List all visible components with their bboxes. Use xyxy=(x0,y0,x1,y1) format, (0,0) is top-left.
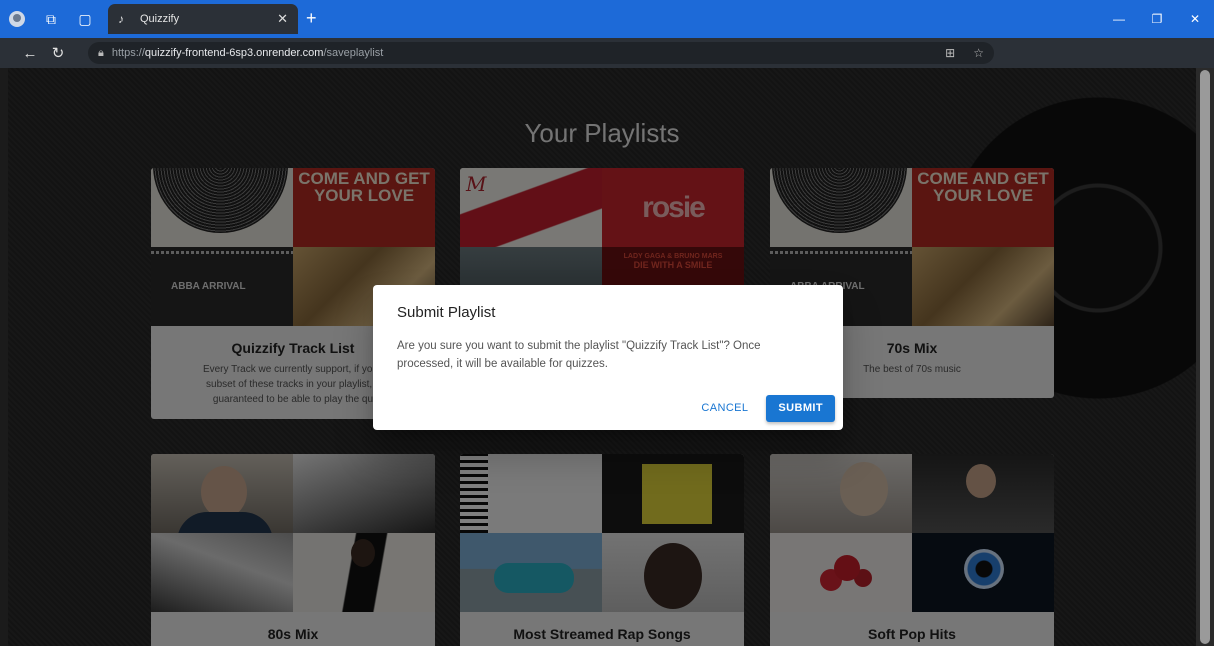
browser-tab-bar: ⧉ ▢ ♪ Quizzify ✕ + — ❐ ✕ xyxy=(0,0,1214,38)
scrollbar-thumb[interactable] xyxy=(1200,70,1210,644)
url-path: /saveplaylist xyxy=(323,47,384,59)
app-available-icon[interactable]: ⊞ xyxy=(945,46,955,60)
favorite-star-icon[interactable]: ☆ xyxy=(973,46,984,60)
dialog-message: Are you sure you want to submit the play… xyxy=(397,340,761,370)
lock-icon[interactable]: 🔒︎ xyxy=(98,47,104,60)
address-bar[interactable]: 🔒︎ https://quizzify-frontend-6sp3.onrend… xyxy=(88,42,994,64)
refresh-icon[interactable]: ↻ xyxy=(44,38,72,68)
tab-actions-icon[interactable]: ▢ xyxy=(68,0,102,38)
cancel-button[interactable]: CANCEL xyxy=(695,394,754,422)
profile-avatar-icon[interactable] xyxy=(0,0,34,38)
submit-button[interactable]: SUBMIT xyxy=(766,394,835,422)
url-protocol: https:// xyxy=(111,47,145,59)
new-tab-icon[interactable]: + xyxy=(306,8,317,28)
submit-playlist-dialog: Submit Playlist Are you sure you want to… xyxy=(373,285,843,430)
back-arrow-icon[interactable]: ← xyxy=(16,38,44,68)
restore-icon[interactable]: ❐ xyxy=(1138,0,1176,38)
browser-tab[interactable]: ♪ Quizzify ✕ xyxy=(108,4,298,34)
browser-toolbar: ← ↻ 🔒︎ https://quizzify-frontend-6sp3.on… xyxy=(0,38,1214,99)
music-note-icon: ♪ xyxy=(118,12,124,26)
workspaces-icon[interactable]: ⧉ xyxy=(34,0,68,38)
tab-title: Quizzify xyxy=(140,13,180,25)
dialog-title: Submit Playlist xyxy=(397,304,496,321)
page-scrollbar[interactable] xyxy=(1196,68,1214,646)
minimize-icon[interactable]: — xyxy=(1100,0,1138,38)
tab-close-icon[interactable]: ✕ xyxy=(277,11,288,27)
url-host: quizzify-frontend-6sp3.onrender.com xyxy=(144,47,324,59)
window-close-icon[interactable]: ✕ xyxy=(1176,0,1214,38)
